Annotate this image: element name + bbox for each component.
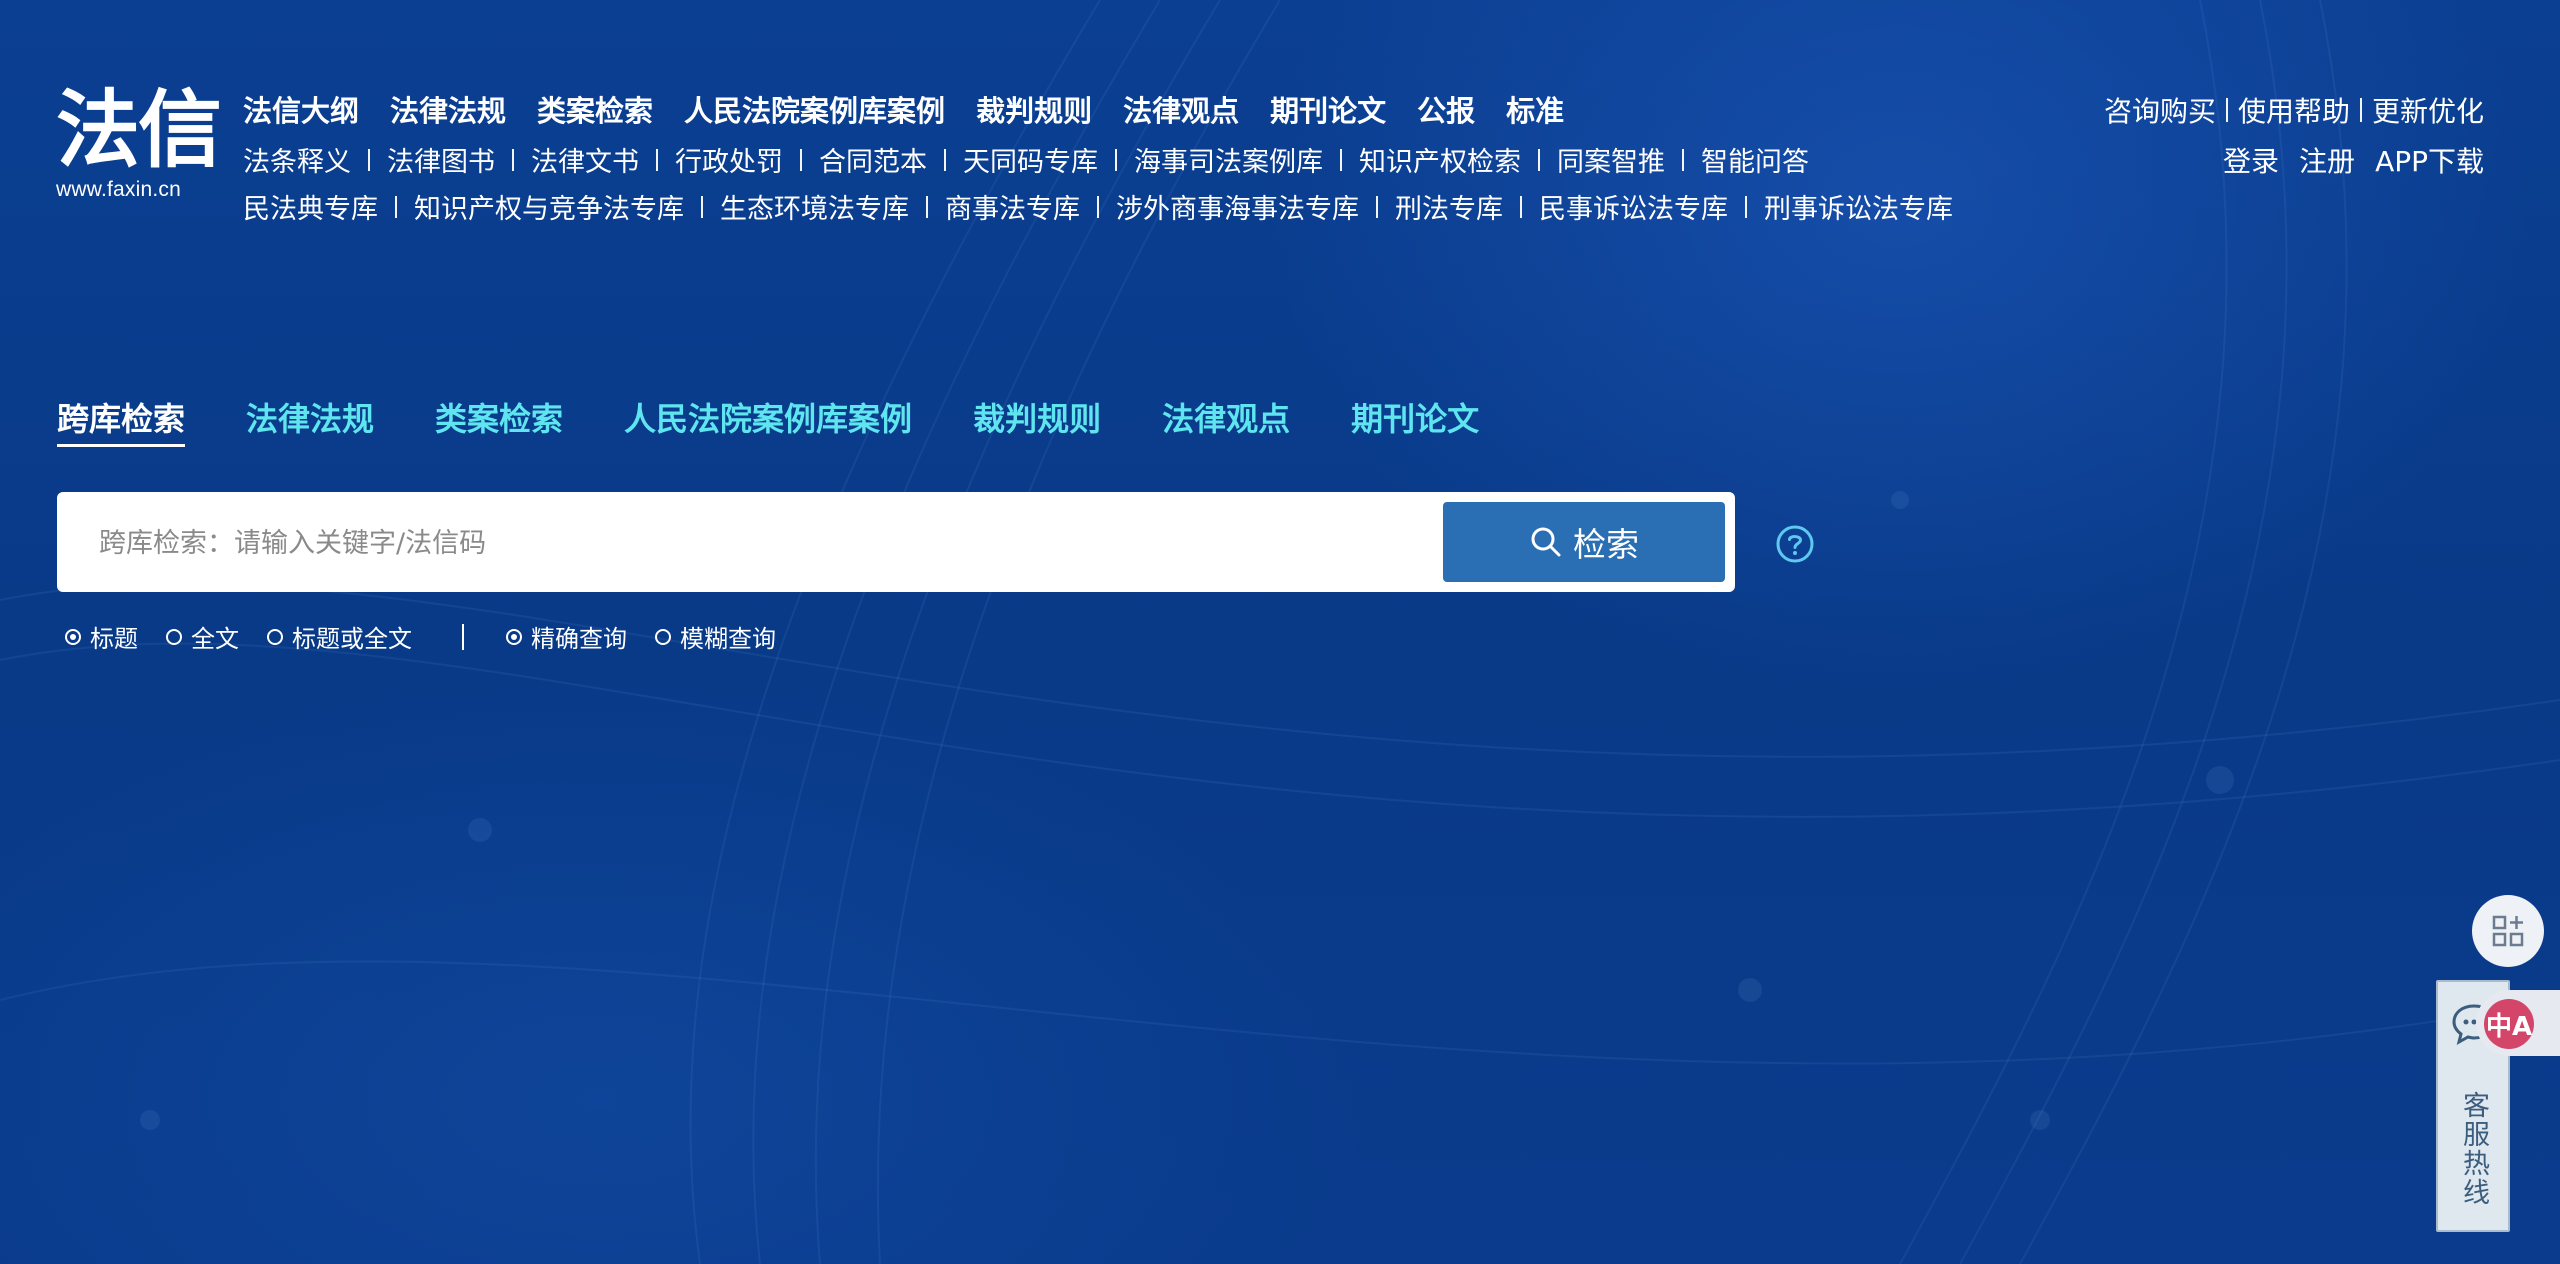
- nav-separator: [512, 148, 514, 171]
- radio-fulltext[interactable]: [166, 628, 182, 645]
- nav-item-environment[interactable]: 生态环境法专库: [720, 187, 909, 226]
- nav-separator: [1097, 195, 1099, 218]
- translate-widget[interactable]: 中A: [2476, 990, 2560, 1056]
- option-exact-label: 精确查询: [531, 625, 627, 653]
- translate-icon: 中A: [2484, 999, 2534, 1049]
- nav-item-law-books[interactable]: 法律图书: [387, 140, 495, 179]
- nav-separator: [944, 148, 946, 171]
- nav-item-laws[interactable]: 法律法规: [390, 88, 506, 130]
- search-options: 标题 全文 标题或全文 精确查询 模糊查询: [65, 619, 804, 654]
- search-icon: [1531, 527, 1561, 557]
- radio-exact[interactable]: [506, 628, 522, 645]
- nav-item-tiantongma[interactable]: 天同码专库: [963, 140, 1098, 179]
- option-title-label: 标题: [90, 625, 138, 653]
- nav-item-foreign-maritime[interactable]: 涉外商事海事法专库: [1116, 187, 1359, 226]
- search-box: 检索: [57, 492, 1735, 594]
- nav-separator: [2359, 98, 2362, 122]
- nav-separator: [1520, 195, 1522, 218]
- radio-title-or-fulltext[interactable]: [267, 628, 283, 645]
- nav-separator: [395, 195, 397, 218]
- nav-item-commercial[interactable]: 商事法专库: [945, 187, 1080, 226]
- nav-item-standards[interactable]: 标准: [1506, 88, 1564, 130]
- option-title[interactable]: 标题: [65, 619, 138, 654]
- nav-separator: [2225, 98, 2228, 122]
- tab-cross-library[interactable]: 跨库检索: [57, 394, 186, 447]
- option-fuzzy[interactable]: 模糊查询: [655, 619, 776, 654]
- nav-item-similar-cases[interactable]: 类案检索: [537, 88, 653, 130]
- logo-text: 法信: [56, 80, 222, 179]
- radio-fuzzy[interactable]: [655, 628, 671, 645]
- nav-item-journals[interactable]: 期刊论文: [1270, 88, 1386, 130]
- option-fuzzy-label: 模糊查询: [680, 625, 776, 653]
- nav-separator: [1115, 148, 1117, 171]
- nav-item-judgment-rules[interactable]: 裁判规则: [976, 88, 1092, 130]
- tab-laws[interactable]: 法律法规: [246, 394, 374, 447]
- apps-grid-icon: [2492, 915, 2524, 947]
- register-link[interactable]: 注册: [2299, 140, 2355, 180]
- nav-item-article-interpretation[interactable]: 法条释义: [243, 140, 351, 179]
- top-right-links: 咨询购买 使用帮助 更新优化: [2104, 90, 2484, 130]
- nav-separator: [1745, 195, 1747, 218]
- apps-grid-button[interactable]: [2472, 895, 2544, 967]
- nav-item-case-recommend[interactable]: 同案智推: [1557, 140, 1665, 179]
- secondary-nav: 法条释义 法律图书 法律文书 行政处罚 合同范本 天同码专库 海事司法案例库 知…: [243, 140, 1809, 179]
- app-download-link[interactable]: APP下载: [2375, 140, 2484, 180]
- nav-item-contract-templates[interactable]: 合同范本: [819, 140, 927, 179]
- nav-item-legal-documents[interactable]: 法律文书: [531, 140, 639, 179]
- nav-separator: [1340, 148, 1342, 171]
- account-links: 登录 注册 APP下载: [2203, 140, 2484, 180]
- help-icon[interactable]: [1775, 524, 1815, 564]
- site-logo[interactable]: 法信 www.faxin.cn: [56, 80, 226, 202]
- hotline-label: 客服热线: [2458, 1091, 2489, 1207]
- nav-item-civil-procedure[interactable]: 民事诉讼法专库: [1539, 187, 1728, 226]
- nav-separator: [800, 148, 802, 171]
- updates-link[interactable]: 更新优化: [2372, 90, 2484, 130]
- translate-label: 中A: [2485, 1011, 2533, 1042]
- nav-item-gazette[interactable]: 公报: [1417, 88, 1475, 130]
- nav-item-maritime-cases[interactable]: 海事司法案例库: [1134, 140, 1323, 179]
- nav-item-ip-search[interactable]: 知识产权检索: [1359, 140, 1521, 179]
- option-title-or-fulltext-label: 标题或全文: [292, 625, 412, 653]
- search-button[interactable]: 检索: [1443, 502, 1725, 582]
- logo-url: www.faxin.cn: [56, 178, 181, 201]
- tab-court-case-library[interactable]: 人民法院案例库案例: [624, 394, 912, 447]
- option-fulltext-label: 全文: [191, 625, 239, 653]
- nav-item-court-case-library[interactable]: 人民法院案例库案例: [684, 88, 945, 130]
- main-nav: 法信大纲 法律法规 类案检索 人民法院案例库案例 裁判规则 法律观点 期刊论文 …: [243, 88, 1595, 130]
- nav-separator: [656, 148, 658, 171]
- search-tabs: 跨库检索 法律法规 类案检索 人民法院案例库案例 裁判规则 法律观点 期刊论文: [57, 394, 1540, 447]
- nav-item-ip-competition[interactable]: 知识产权与竞争法专库: [414, 187, 684, 226]
- nav-separator: [926, 195, 928, 218]
- radio-title[interactable]: [65, 628, 81, 645]
- tab-judgment-rules[interactable]: 裁判规则: [973, 394, 1101, 447]
- nav-separator: [1682, 148, 1684, 171]
- help-link[interactable]: 使用帮助: [2238, 90, 2350, 130]
- login-link[interactable]: 登录: [2223, 140, 2279, 180]
- search-button-label: 检索: [1573, 525, 1639, 564]
- options-divider: [462, 623, 464, 650]
- nav-item-criminal-law[interactable]: 刑法专库: [1395, 187, 1503, 226]
- option-fulltext[interactable]: 全文: [166, 619, 239, 654]
- nav-item-legal-views[interactable]: 法律观点: [1123, 88, 1239, 130]
- option-exact[interactable]: 精确查询: [506, 619, 627, 654]
- nav-separator: [1538, 148, 1540, 171]
- tab-legal-views[interactable]: 法律观点: [1162, 394, 1290, 447]
- nav-item-outline[interactable]: 法信大纲: [243, 88, 359, 130]
- tab-similar-cases[interactable]: 类案检索: [435, 394, 563, 447]
- nav-item-smart-qa[interactable]: 智能问答: [1701, 140, 1809, 179]
- nav-item-civil-code[interactable]: 民法典专库: [243, 187, 378, 226]
- nav-separator: [1376, 195, 1378, 218]
- special-library-nav: 民法典专库 知识产权与竞争法专库 生态环境法专库 商事法专库 涉外商事海事法专库…: [243, 187, 1953, 226]
- nav-separator: [701, 195, 703, 218]
- nav-item-criminal-procedure[interactable]: 刑事诉讼法专库: [1764, 187, 1953, 226]
- tab-journals[interactable]: 期刊论文: [1351, 394, 1479, 447]
- nav-item-administrative-penalties[interactable]: 行政处罚: [675, 140, 783, 179]
- nav-separator: [368, 148, 370, 171]
- consult-purchase-link[interactable]: 咨询购买: [2104, 90, 2216, 130]
- option-title-or-fulltext[interactable]: 标题或全文: [267, 619, 412, 654]
- search-input[interactable]: [97, 492, 1481, 594]
